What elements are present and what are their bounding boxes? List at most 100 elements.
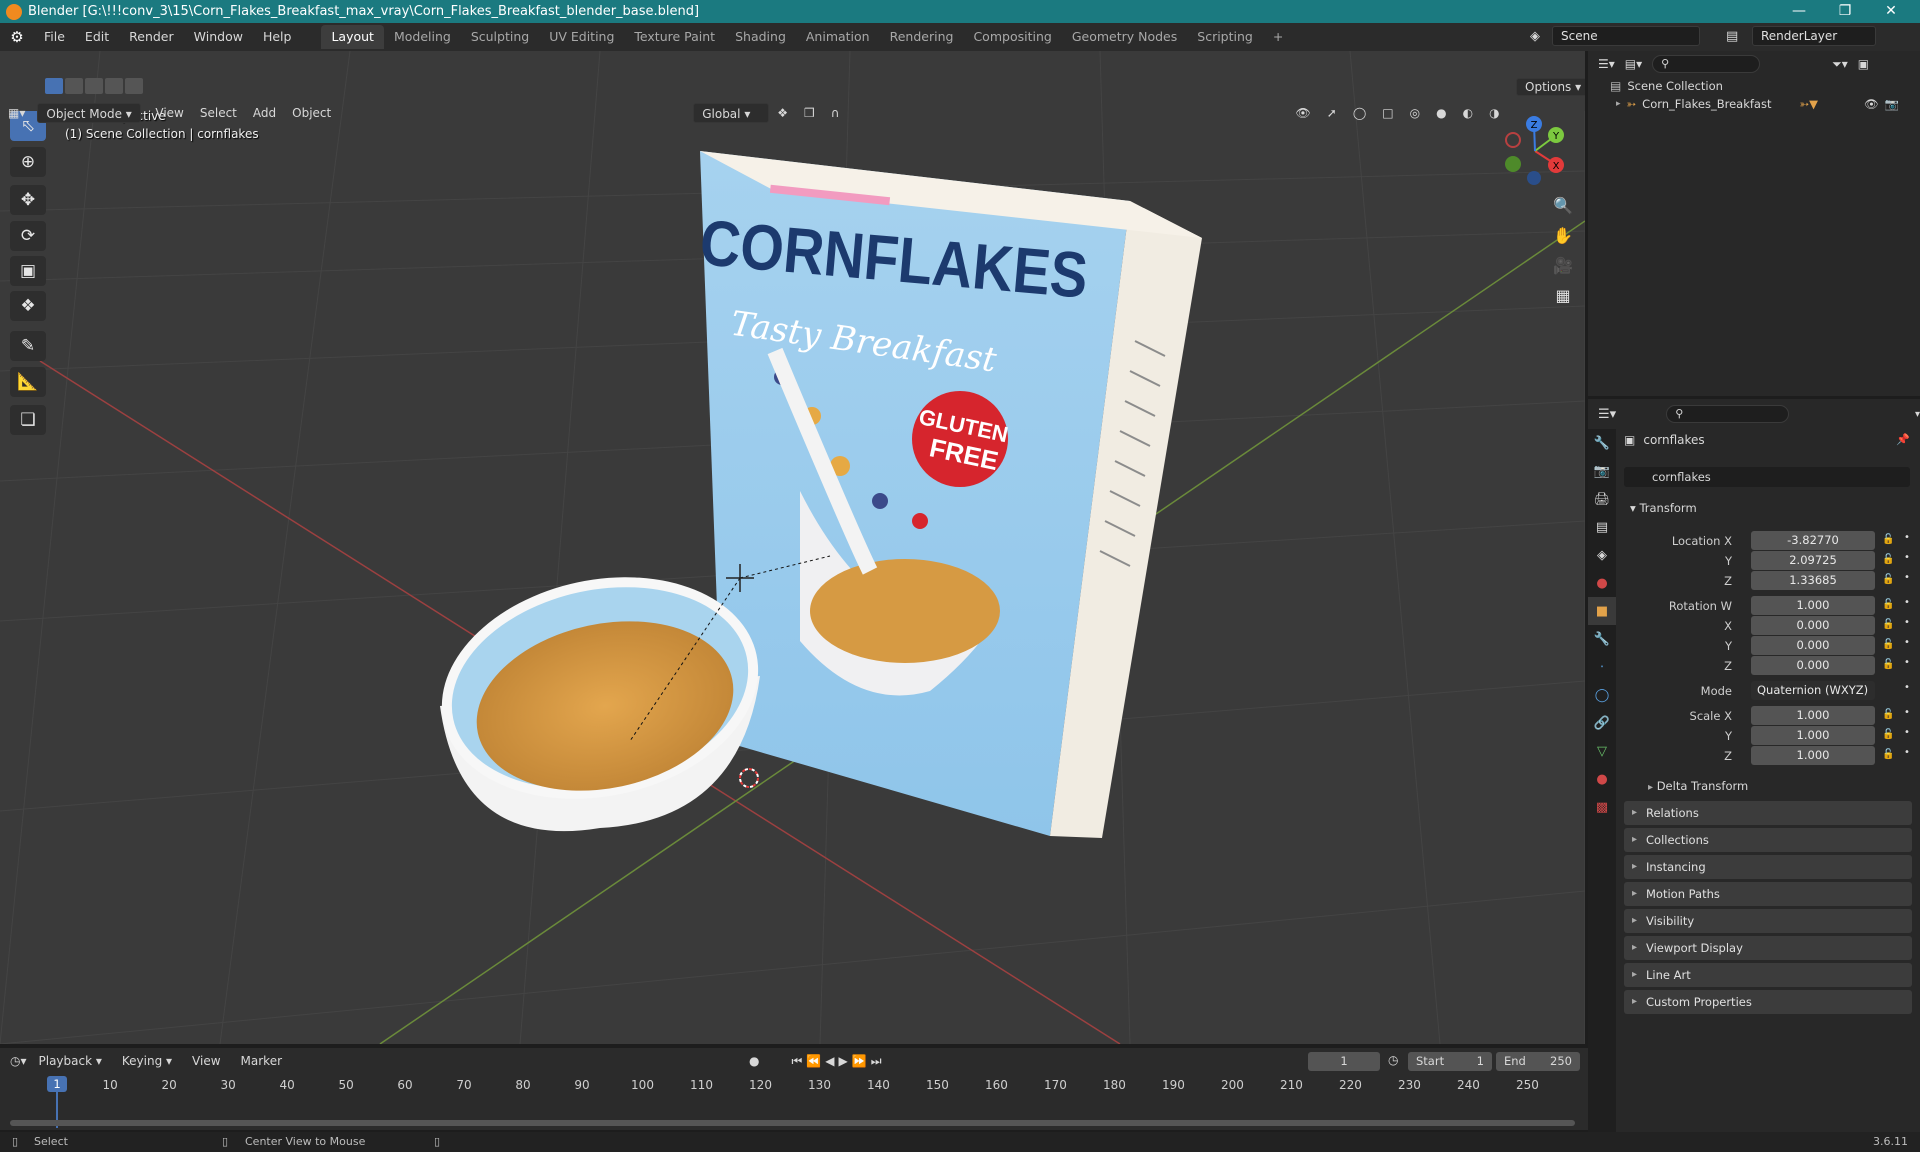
playback-menu[interactable]: Playback ▾ xyxy=(31,1051,110,1071)
object-menu[interactable]: Object xyxy=(284,103,339,123)
play-reverse-icon[interactable]: ◀ xyxy=(825,1054,834,1068)
object-name-field[interactable]: cornflakes xyxy=(1624,467,1910,487)
lock-icon[interactable]: 🔓 xyxy=(1882,554,1894,565)
cursor-tool[interactable]: ⊕ xyxy=(10,147,46,177)
3d-cursor[interactable] xyxy=(739,768,759,788)
lock-icon[interactable]: 🔓 xyxy=(1882,749,1894,760)
timeline-view-menu[interactable]: View xyxy=(184,1051,228,1071)
view-layer-icon[interactable]: ▤ xyxy=(1726,29,1738,44)
keyframe-dot-icon[interactable]: • xyxy=(1904,727,1910,738)
shading-material-icon[interactable]: ◐ xyxy=(1455,103,1481,123)
tab-texture-paint[interactable]: Texture Paint xyxy=(624,25,725,49)
lock-icon[interactable]: 🔓 xyxy=(1882,729,1894,740)
timeline-editor-icon[interactable]: ◷▾ xyxy=(10,1054,27,1068)
lock-icon[interactable]: 🔓 xyxy=(1882,659,1894,670)
pin-icon[interactable]: 📌 xyxy=(1896,433,1910,446)
tool-tab-icon[interactable]: 🔧 xyxy=(1588,429,1616,457)
rotation-w-field[interactable]: 1.000 xyxy=(1751,596,1875,615)
shading-rendered-icon[interactable]: ◑ xyxy=(1481,103,1507,123)
shading-solid-icon[interactable]: ● xyxy=(1428,103,1454,123)
editor-type-icon[interactable]: ▦▾ xyxy=(0,103,33,123)
start-frame-field[interactable]: Start 1 xyxy=(1408,1052,1492,1071)
tab-uv-editing[interactable]: UV Editing xyxy=(539,25,624,49)
tab-layout[interactable]: Layout xyxy=(321,25,384,49)
world-tab-icon[interactable]: ● xyxy=(1588,569,1616,597)
hide-in-viewport-icon[interactable]: 👁 xyxy=(1864,97,1879,111)
menu-window[interactable]: Window xyxy=(184,23,253,51)
output-tab-icon[interactable]: 🖨 xyxy=(1588,485,1616,513)
keying-menu[interactable]: Keying ▾ xyxy=(114,1051,180,1071)
properties-search[interactable]: ⚲ xyxy=(1666,405,1789,423)
view-layer-selector[interactable]: RenderLayer xyxy=(1752,26,1876,46)
keyframe-dot-icon[interactable]: • xyxy=(1904,572,1910,583)
rotation-x-field[interactable]: 0.000 xyxy=(1751,616,1875,635)
orientation-selector[interactable]: Global ▾ xyxy=(693,103,770,123)
annotate-tool[interactable]: ✎ xyxy=(10,331,46,361)
menu-edit[interactable]: Edit xyxy=(75,23,119,51)
transform-tool[interactable]: ❖ xyxy=(10,291,46,321)
camera-view-icon[interactable]: 🎥 xyxy=(1549,251,1577,279)
menu-file[interactable]: File xyxy=(34,23,75,51)
select-invert-icon[interactable] xyxy=(105,78,123,94)
visibility-icon[interactable]: 👁 xyxy=(1288,103,1319,123)
tab-shading[interactable]: Shading xyxy=(725,25,796,49)
panel-instancing[interactable]: ▸ Instancing xyxy=(1624,855,1912,879)
scene-selector[interactable]: Scene xyxy=(1552,26,1700,46)
view-menu[interactable]: View xyxy=(147,103,191,123)
constraints-tab-icon[interactable]: 🔗 xyxy=(1588,709,1616,737)
mode-selector[interactable]: Object Mode ▾ xyxy=(37,103,142,123)
data-tab-icon[interactable]: ▽ xyxy=(1588,737,1616,765)
panel-viewport-display[interactable]: ▸ Viewport Display xyxy=(1624,936,1912,960)
measure-tool[interactable]: 📐 xyxy=(10,367,46,397)
select-menu[interactable]: Select xyxy=(192,103,245,123)
disable-render-icon[interactable]: 📷 xyxy=(1885,97,1899,111)
expand-arrow-icon[interactable]: ▸ xyxy=(1616,99,1621,109)
close-button[interactable]: ✕ xyxy=(1868,0,1914,23)
scale-z-field[interactable]: 1.000 xyxy=(1751,746,1875,765)
next-keyframe-icon[interactable]: ⏩ xyxy=(852,1054,867,1068)
select-new-icon[interactable] xyxy=(45,78,63,94)
jump-end-icon[interactable]: ⏭ xyxy=(871,1054,882,1069)
xray-icon[interactable]: □ xyxy=(1374,103,1401,123)
properties-editor-icon[interactable]: ☰▾ xyxy=(1598,407,1616,422)
minimize-button[interactable]: — xyxy=(1776,0,1822,23)
location-z-field[interactable]: 1.33685 xyxy=(1751,571,1875,590)
proportional-icon[interactable]: ∩ xyxy=(823,103,848,123)
tab-scripting[interactable]: Scripting xyxy=(1187,25,1263,49)
shading-wireframe-icon[interactable]: ◎ xyxy=(1402,103,1428,123)
lock-icon[interactable]: 🔓 xyxy=(1882,599,1894,610)
display-mode-icon[interactable]: ▤▾ xyxy=(1625,57,1642,71)
delta-transform-subpanel[interactable]: ▸ Delta Transform xyxy=(1648,779,1748,793)
object-tab-icon[interactable]: ■ xyxy=(1588,597,1616,625)
panel-motion-paths[interactable]: ▸ Motion Paths xyxy=(1624,882,1912,906)
select-subtract-icon[interactable] xyxy=(85,78,103,94)
scale-x-field[interactable]: 1.000 xyxy=(1751,706,1875,725)
play-icon[interactable]: ▶ xyxy=(839,1054,848,1068)
tab-sculpting[interactable]: Sculpting xyxy=(461,25,539,49)
keyframe-dot-icon[interactable]: • xyxy=(1904,707,1910,718)
clock-icon[interactable]: ◷ xyxy=(1388,1053,1398,1067)
pan-hand-icon[interactable]: ✋ xyxy=(1549,221,1577,249)
select-intersect-icon[interactable] xyxy=(125,78,143,94)
material-tab-icon[interactable]: ● xyxy=(1588,765,1616,793)
prev-keyframe-icon[interactable]: ⏪ xyxy=(806,1054,821,1068)
lock-icon[interactable]: 🔓 xyxy=(1882,619,1894,630)
scale-y-field[interactable]: 1.000 xyxy=(1751,726,1875,745)
current-frame-field[interactable]: 1 xyxy=(1308,1052,1380,1071)
3d-viewport[interactable]: CORNFLAKES Tasty Breakfast GLUTEN FREE ▦… xyxy=(0,51,1585,1044)
restore-button[interactable]: ❐ xyxy=(1822,0,1868,23)
outliner-root-row[interactable]: ▤ Scene Collection xyxy=(1610,79,1723,93)
pivot-icon[interactable]: ❖ xyxy=(769,103,796,123)
menu-help[interactable]: Help xyxy=(253,23,302,51)
move-tool[interactable]: ✥ xyxy=(10,185,46,215)
panel-visibility[interactable]: ▸ Visibility xyxy=(1624,909,1912,933)
panel-collections[interactable]: ▸ Collections xyxy=(1624,828,1912,852)
panel-line-art[interactable]: ▸ Line Art xyxy=(1624,963,1912,987)
panel-relations[interactable]: ▸ Relations xyxy=(1624,801,1912,825)
rotation-z-field[interactable]: 0.000 xyxy=(1751,656,1875,675)
select-extend-icon[interactable] xyxy=(65,78,83,94)
snap-icon[interactable]: ❒ xyxy=(796,103,823,123)
perspective-toggle-icon[interactable]: ▦ xyxy=(1549,281,1577,309)
keyframe-dot-icon[interactable]: • xyxy=(1904,747,1910,758)
lock-icon[interactable]: 🔓 xyxy=(1882,574,1894,585)
